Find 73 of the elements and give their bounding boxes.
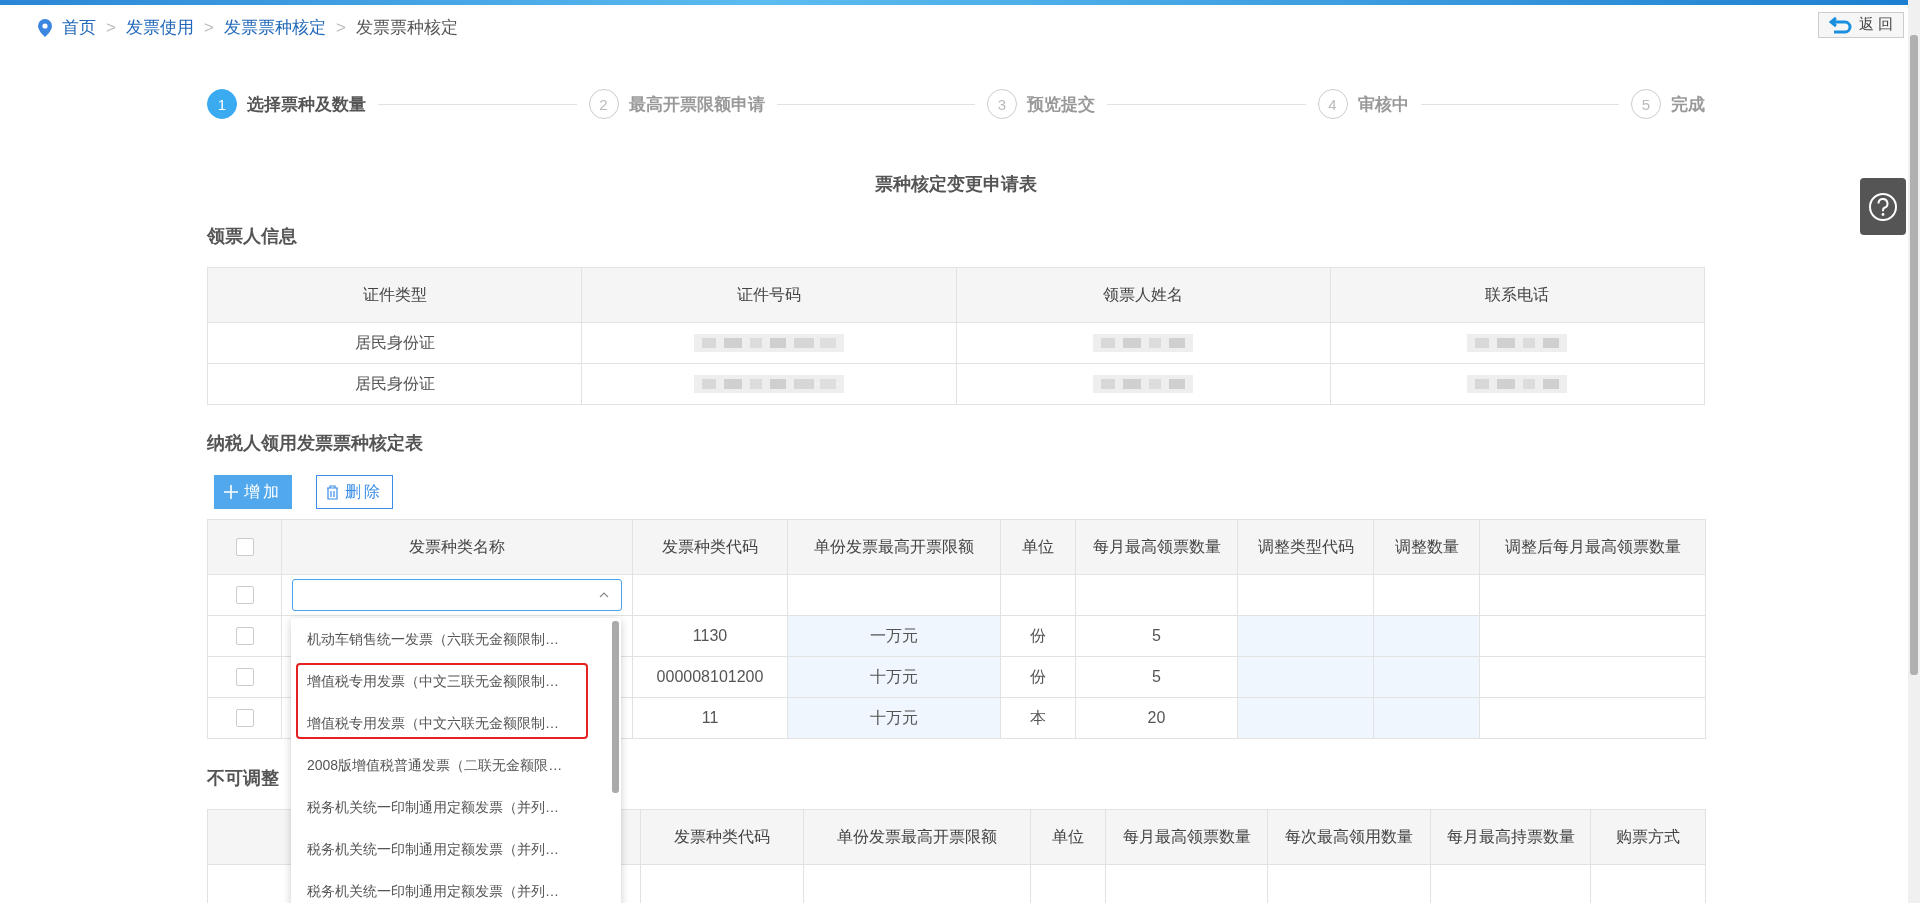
- column-header: 每月最高领票数量: [1075, 519, 1238, 575]
- dropdown-option[interactable]: 税务机关统一印制通用定额发票（并列…: [291, 786, 607, 828]
- table-cell: 5: [1075, 615, 1238, 657]
- column-header: 购票方式: [1590, 809, 1706, 865]
- column-header: 发票种类代码: [632, 519, 788, 575]
- breadcrumb-separator: >: [106, 17, 116, 38]
- chevron-up-icon: [599, 592, 609, 598]
- dropdown-option[interactable]: 增值税专用发票（中文三联无金额限制…: [291, 660, 607, 702]
- table-cell: 一万元: [787, 615, 1001, 657]
- column-header: 每次最高领用数量: [1267, 809, 1431, 865]
- help-button[interactable]: [1860, 178, 1906, 235]
- column-header: 单份发票最高开票限额: [803, 809, 1031, 865]
- back-button[interactable]: 返 回: [1817, 11, 1904, 38]
- checkbox[interactable]: [235, 668, 254, 686]
- column-header: 发票种类代码: [640, 809, 804, 865]
- table-cell: 11: [632, 697, 788, 739]
- delete-button[interactable]: 删除: [316, 475, 393, 509]
- breadcrumb-separator: >: [203, 17, 214, 38]
- step-label: 预览提交: [1027, 93, 1095, 116]
- trash-icon: [326, 484, 339, 500]
- column-header: 每月最高领票数量: [1105, 809, 1268, 865]
- checkbox[interactable]: [235, 586, 254, 604]
- column-header: 证件类型: [207, 267, 582, 323]
- breadcrumb-link[interactable]: 发票票种核定: [223, 16, 326, 39]
- dropdown-option[interactable]: 税务机关统一印制通用定额发票（并列…: [291, 828, 607, 870]
- table-cell: 十万元: [787, 697, 1001, 739]
- table-cell: 份: [1000, 656, 1076, 698]
- checkbox[interactable]: [235, 627, 254, 645]
- breadcrumb-separator: >: [335, 17, 346, 38]
- dropdown-option[interactable]: 增值税专用发票（中文六联无金额限制…: [291, 702, 607, 744]
- step-label: 完成: [1671, 93, 1705, 116]
- table-cell: 份: [1000, 615, 1076, 657]
- step-label: 最高开票限额申请: [628, 93, 765, 116]
- column-header: 每月最高持票数量: [1430, 809, 1591, 865]
- section-title: 纳税人领用发票票种核定表: [207, 432, 424, 453]
- column-header: 调整数量: [1373, 519, 1480, 575]
- table-cell: 000008101200: [632, 656, 788, 698]
- column-header: 调整后每月最高领票数量: [1479, 519, 1706, 575]
- plus-icon: [224, 485, 238, 499]
- select-field[interactable]: [292, 579, 622, 611]
- column-header: 领票人姓名: [956, 267, 1331, 323]
- form-title: 票种核定变更申请表: [874, 173, 1038, 196]
- column-header: 单份发票最高开票限额: [787, 519, 1001, 575]
- table-cell: 20: [1075, 697, 1238, 739]
- table-cell: 居民身份证: [207, 363, 582, 405]
- column-header: 单位: [1000, 519, 1076, 575]
- column-header: 调整类型代码: [1237, 519, 1374, 575]
- table-cell: 1130: [632, 615, 788, 657]
- dropdown-option[interactable]: 2008版增值税普通发票（二联无金额限…: [291, 744, 607, 786]
- column-header: 证件号码: [581, 267, 956, 323]
- section-title: 不可调整: [207, 767, 279, 788]
- breadcrumb-link[interactable]: 发票使用: [125, 16, 194, 39]
- breadcrumb-current-page: 发票票种核定: [355, 17, 458, 39]
- return-arrow-icon: [1828, 15, 1853, 34]
- step-label: 审核中: [1357, 93, 1409, 116]
- location-pin-icon: [38, 18, 52, 37]
- step-number: 1: [207, 89, 237, 119]
- table-cell: 十万元: [787, 656, 1001, 698]
- dropdown-option[interactable]: 机动车销售统一发票（六联无金额限制…: [291, 618, 607, 660]
- dropdown-scrollbar[interactable]: [612, 621, 619, 793]
- column-header: 发票种类名称: [281, 519, 633, 575]
- breadcrumb-link[interactable]: 首页: [62, 16, 96, 39]
- table-cell: 居民身份证: [207, 322, 582, 364]
- column-header: 单位: [1030, 809, 1106, 865]
- checkbox[interactable]: [235, 538, 254, 556]
- table-cell: 5: [1075, 656, 1238, 698]
- step-label: 选择票种及数量: [247, 93, 366, 116]
- column-header: 联系电话: [1330, 267, 1705, 323]
- checkbox[interactable]: [235, 709, 254, 727]
- page-scrollbar[interactable]: [1908, 0, 1920, 903]
- table-cell: 本: [1000, 697, 1076, 739]
- section-title: 领票人信息: [207, 225, 298, 246]
- help-icon: [1868, 191, 1898, 222]
